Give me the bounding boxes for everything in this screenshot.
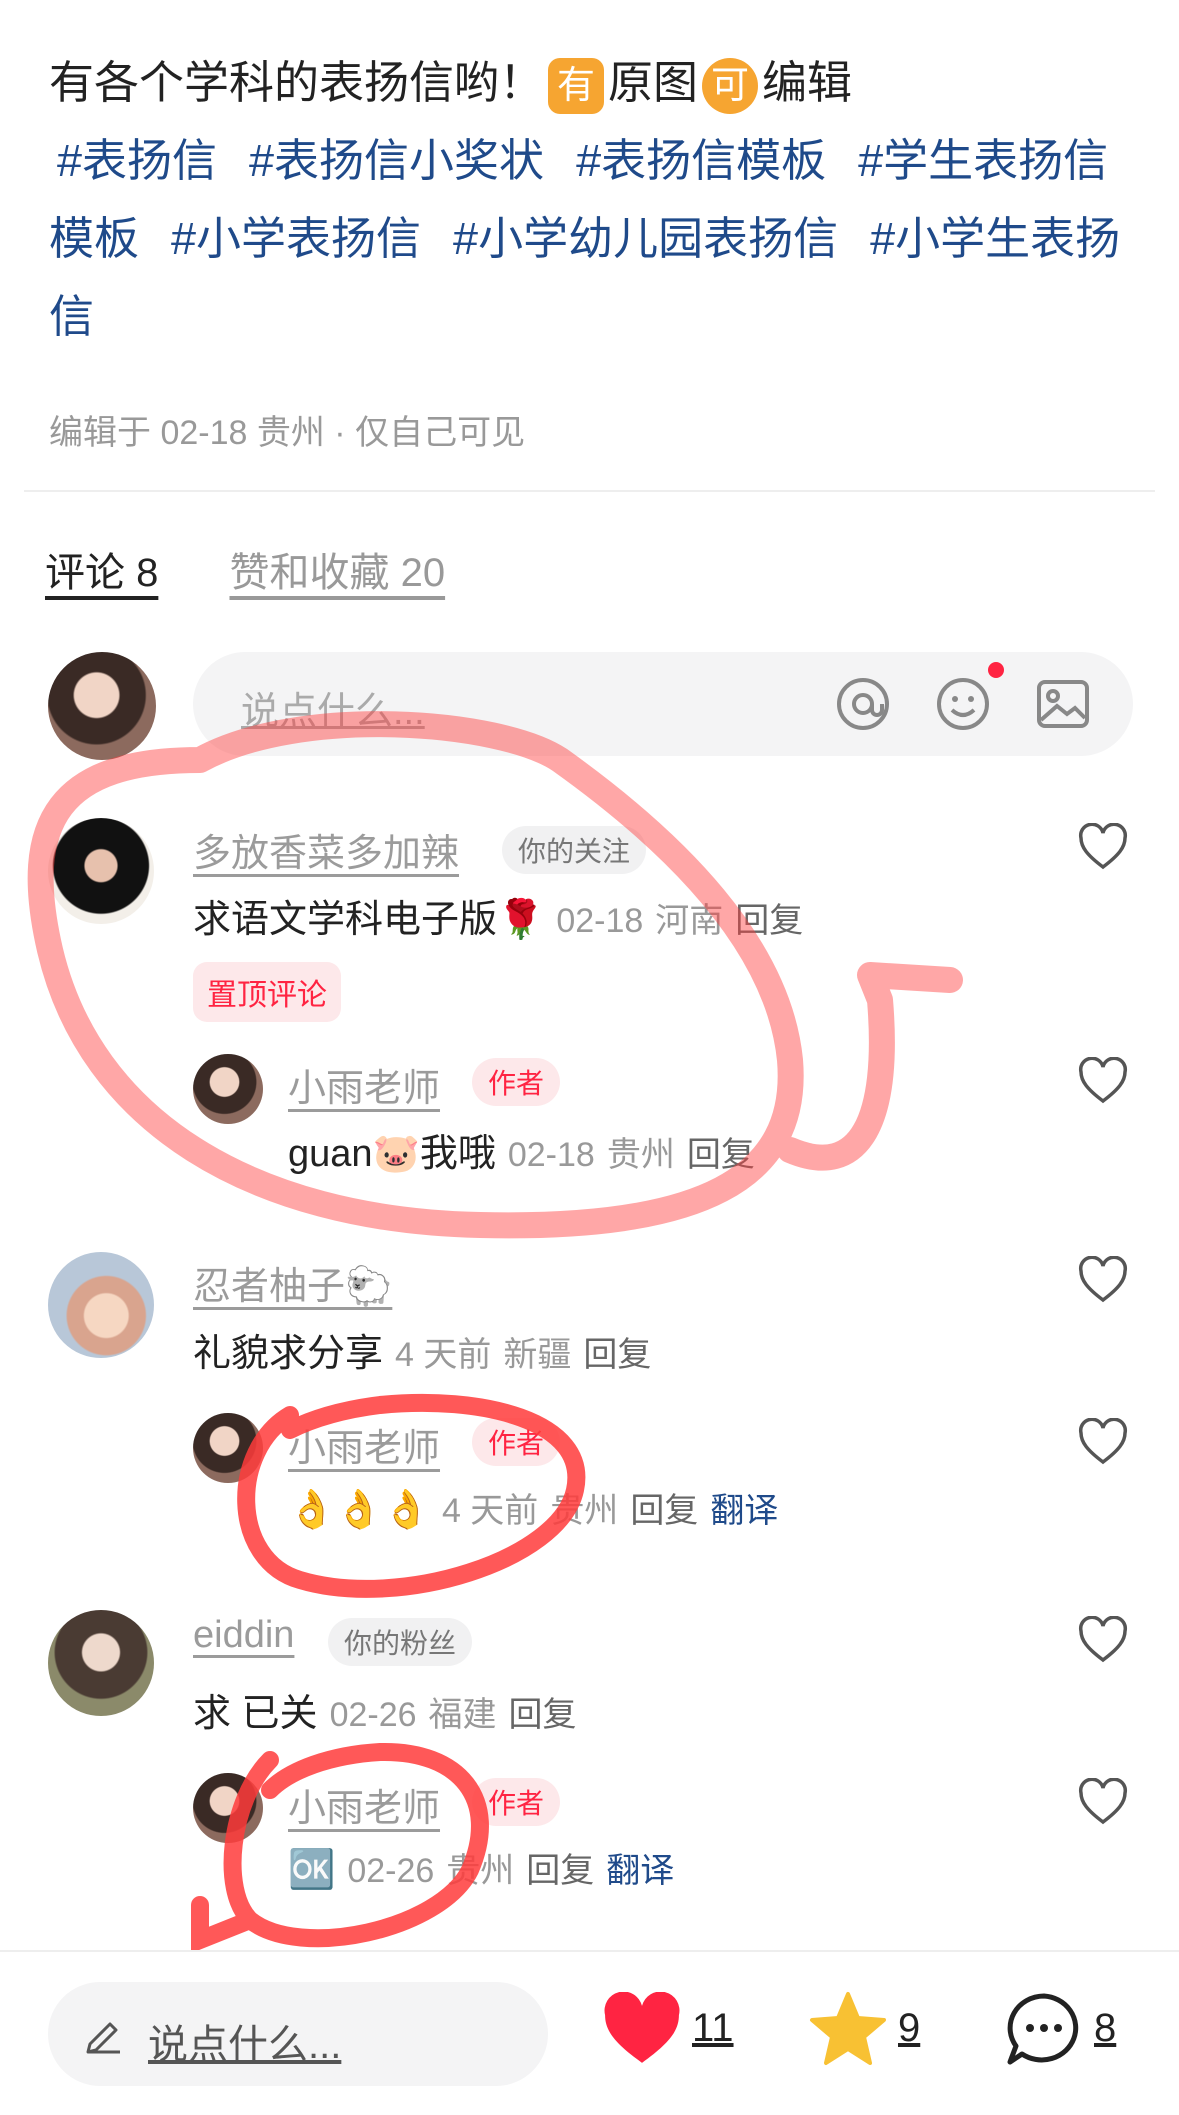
reply-time: 02-18 (507, 1136, 595, 1174)
comment-location: 河南 (655, 902, 724, 940)
hashtag[interactable]: #表扬信 (57, 135, 217, 186)
star-icon[interactable] (808, 1990, 888, 2068)
reply-button[interactable]: 回复 (687, 1136, 755, 1174)
comment-time: 4 天前 (395, 1336, 492, 1374)
comment-input[interactable]: 说点什么... (193, 652, 1133, 756)
reply-button[interactable]: 回复 (630, 1492, 698, 1530)
reply-button[interactable]: 回复 (735, 902, 803, 940)
comment-bubble-icon[interactable] (1004, 1990, 1084, 2070)
reply-location: 贵州 (446, 1852, 515, 1890)
reply-row: 🆗 02-26 贵州 回复 翻译 (288, 1843, 674, 1892)
reply-location: 贵州 (550, 1492, 619, 1530)
author-tag: 作者 (472, 1418, 561, 1466)
fan-tag: 你的粉丝 (328, 1618, 473, 1666)
text-yuantu: 原图 (608, 57, 699, 108)
author-tag: 作者 (472, 1058, 561, 1106)
post-text: 有各个学科的表扬信哟！ (49, 57, 545, 108)
comment-input-placeholder: 说点什么... (241, 691, 425, 733)
heart-filled-icon[interactable] (602, 1992, 682, 2066)
comment-row: 求语文学科电子版🌹 02-18 河南 回复 (193, 888, 803, 943)
like-heart-icon[interactable] (1077, 823, 1129, 871)
emoji-icon[interactable] (933, 674, 993, 734)
like-heart-icon[interactable] (1077, 1616, 1129, 1664)
translate-button[interactable]: 翻译 (606, 1852, 674, 1890)
collect-count[interactable]: 9 (898, 2006, 920, 2051)
commenter-name[interactable]: eiddin (193, 1614, 294, 1657)
author-avatar[interactable] (193, 1773, 263, 1843)
comment-row: 求 已关 02-26 福建 回复 (193, 1682, 577, 1737)
badge-ke: 可 (702, 58, 759, 115)
reply-location: 贵州 (606, 1136, 675, 1174)
text-bianji: 编辑 (762, 57, 853, 108)
like-heart-icon[interactable] (1077, 1418, 1129, 1466)
edit-meta: 编辑于 02-18 贵州 · 仅自己可见 (49, 414, 526, 452)
reply-time: 02-26 (347, 1852, 435, 1890)
commenter-avatar[interactable] (48, 1610, 154, 1716)
reply-time: 4 天前 (441, 1492, 539, 1530)
pinned-comment-badge: 置顶评论 (193, 962, 341, 1022)
my-avatar[interactable] (48, 652, 156, 760)
commenter-name[interactable]: 多放香菜多加辣 (193, 822, 459, 877)
hashtag[interactable]: #表扬信小奖状 (249, 135, 544, 186)
author-avatar[interactable] (193, 1413, 263, 1483)
like-heart-icon[interactable] (1077, 1256, 1129, 1304)
bottom-input-placeholder: 说点什么... (148, 2023, 342, 2067)
hashtag[interactable]: #小学幼儿园表扬信 (453, 213, 838, 264)
at-icon[interactable] (833, 674, 893, 734)
comment-tabs: 评论 8 赞和收藏 20 (45, 540, 505, 598)
post-tags: #表扬信 #表扬信小奖状 #表扬信模板 #学生表扬信模板 #小学表扬信 #小学幼儿园表扬信… (49, 122, 1129, 356)
commenter-avatar[interactable] (48, 1252, 154, 1358)
hashtag[interactable]: #小学表扬信 (171, 213, 421, 264)
badge-you: 有 (548, 58, 605, 115)
commenter-avatar[interactable] (48, 818, 154, 924)
reply-text: 🆗 (288, 1847, 336, 1891)
like-count[interactable]: 11 (692, 2006, 734, 2051)
following-tag: 你的关注 (502, 826, 647, 874)
author-name[interactable]: 小雨老师 (288, 1417, 440, 1472)
emoji-notification-dot (988, 662, 1004, 678)
translate-button[interactable]: 翻译 (710, 1492, 778, 1530)
comment-text: 求语文学科电子版🌹 (193, 899, 545, 941)
divider (24, 490, 1155, 492)
author-name[interactable]: 小雨老师 (288, 1777, 440, 1832)
tab-likes-collects[interactable]: 赞和收藏 20 (229, 540, 445, 598)
image-icon[interactable] (1033, 674, 1093, 734)
author-name[interactable]: 小雨老师 (288, 1057, 440, 1112)
comment-text: 求 已关 (193, 1693, 318, 1735)
reply-row: guan🐷我哦 02-18 贵州 回复 (288, 1122, 755, 1177)
comment-time: 02-18 (556, 902, 644, 940)
reply-button[interactable]: 回复 (509, 1696, 577, 1734)
reply-row: 👌👌👌 4 天前 贵州 回复 翻译 (288, 1483, 778, 1532)
reply-button[interactable]: 回复 (583, 1336, 651, 1374)
commenter-name[interactable]: 忍者柚子🐑 (193, 1255, 392, 1310)
post-line-1: 有各个学科的表扬信哟！有原图可编辑 (49, 44, 1129, 122)
like-heart-icon[interactable] (1077, 1057, 1129, 1105)
comment-count[interactable]: 8 (1094, 2006, 1116, 2051)
comment-location: 新疆 (503, 1336, 572, 1374)
like-heart-icon[interactable] (1077, 1778, 1129, 1826)
author-avatar[interactable] (193, 1054, 263, 1124)
hashtag[interactable]: #表扬信模板 (576, 135, 826, 186)
comment-time: 02-26 (329, 1696, 417, 1734)
tab-comments[interactable]: 评论 8 (45, 540, 158, 598)
reply-text: 👌👌👌 (288, 1487, 430, 1531)
comment-row: 礼貌求分享 4 天前 新疆 回复 (193, 1322, 651, 1377)
reply-text: guan🐷我哦 (288, 1133, 496, 1175)
author-tag: 作者 (472, 1778, 561, 1826)
reply-button[interactable]: 回复 (526, 1852, 594, 1890)
bottom-comment-input[interactable]: 说点什么... (48, 1982, 548, 2086)
comment-location: 福建 (428, 1696, 497, 1734)
post-description: 有各个学科的表扬信哟！有原图可编辑 #表扬信 #表扬信小奖状 #表扬信模板 #学生表扬… (49, 44, 1129, 356)
comment-text: 礼貌求分享 (193, 1333, 384, 1375)
pencil-icon (86, 2022, 120, 2054)
bottom-action-bar: 说点什么... 11 9 8 (0, 1950, 1179, 2115)
